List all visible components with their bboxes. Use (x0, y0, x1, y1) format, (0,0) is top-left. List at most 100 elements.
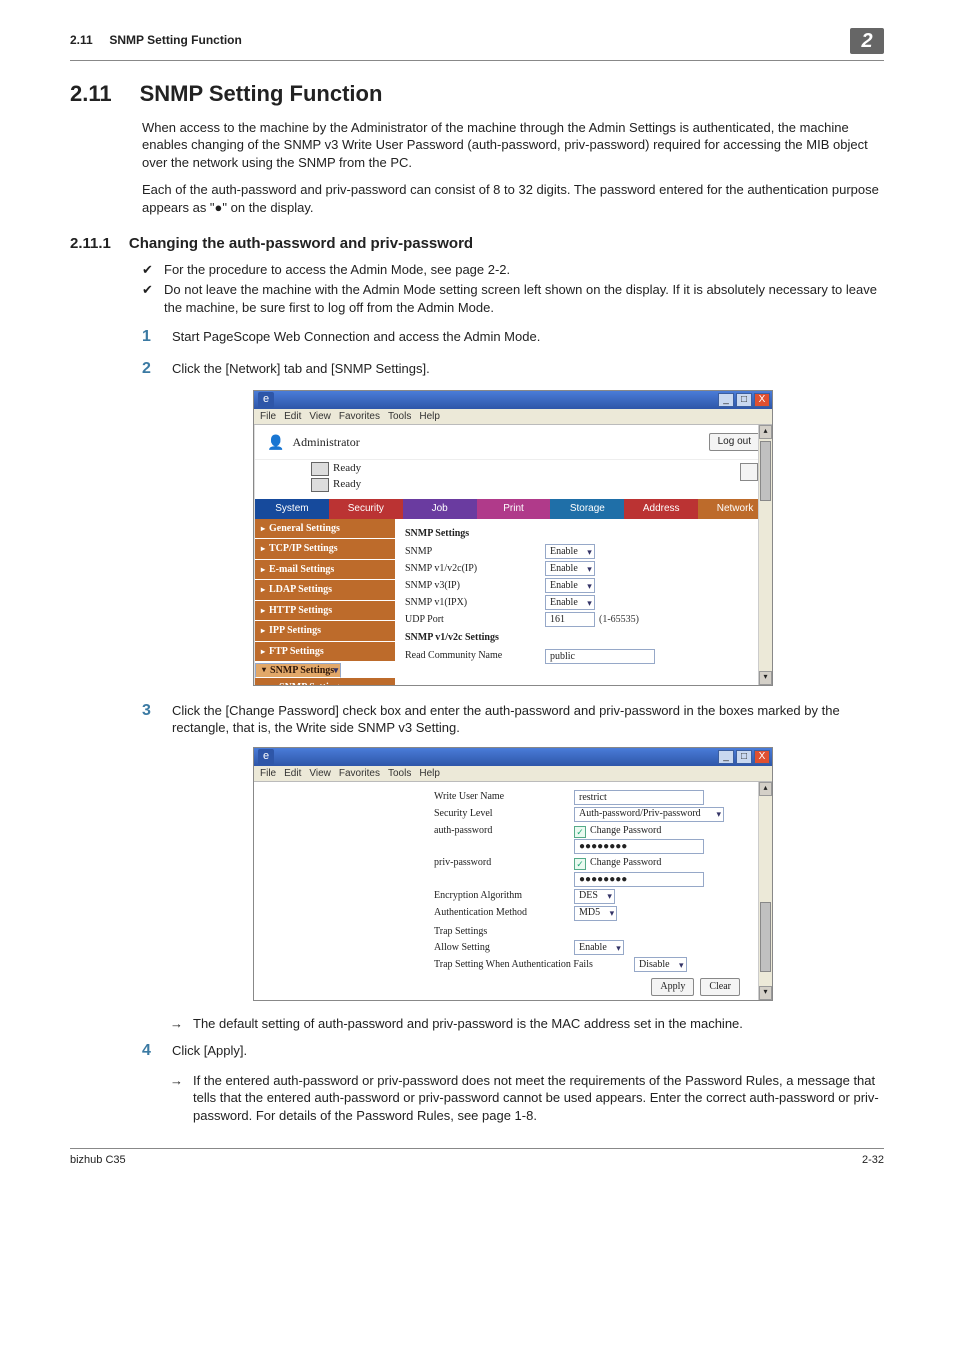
auth-method-select[interactable]: MD5 (574, 906, 617, 921)
tab-security[interactable]: Security (329, 499, 403, 519)
screenshot-1: e _ □ X File Edit View Favorites Tools H… (253, 390, 773, 686)
menu-view[interactable]: View (309, 410, 331, 423)
label-allow-setting: Allow Setting (434, 941, 574, 955)
precondition-item: Do not leave the machine with the Admin … (142, 281, 884, 316)
udp-port-input[interactable]: 161 (545, 612, 595, 627)
refresh-icon[interactable] (740, 463, 758, 481)
scrollbar[interactable]: ▴ ▾ (758, 425, 772, 685)
priv-password-input[interactable]: ●●●●●●●● (574, 872, 704, 887)
menu-help[interactable]: Help (419, 410, 440, 423)
sidebar-item-general[interactable]: ▸General Settings (255, 519, 395, 540)
window-titlebar: e _ □ X (254, 391, 772, 409)
sec-level-select[interactable]: Auth-password/Priv-password (574, 807, 724, 822)
minimize-button[interactable]: _ (718, 750, 734, 764)
sidebar-item-email[interactable]: ▸E-mail Settings (255, 560, 395, 581)
tab-print[interactable]: Print (477, 499, 551, 519)
v1ipx-select[interactable]: Enable (545, 595, 595, 610)
note-text: If the entered auth-password or priv-pas… (193, 1072, 884, 1125)
intro-para-1: When access to the machine by the Admini… (142, 119, 884, 172)
precondition-item: For the procedure to access the Admin Mo… (142, 261, 884, 279)
label-auth-method: Authentication Method (434, 906, 574, 920)
label-write-user: Write User Name (434, 790, 574, 804)
v1v2cip-select[interactable]: Enable (545, 561, 595, 576)
intro-para-2: Each of the auth-password and priv-passw… (142, 181, 884, 216)
scroll-thumb[interactable] (760, 902, 771, 972)
menu-file[interactable]: File (260, 410, 276, 423)
menu-edit[interactable]: Edit (284, 410, 301, 423)
maximize-button[interactable]: □ (736, 393, 752, 407)
scroll-up-icon[interactable]: ▴ (759, 782, 772, 796)
rcn-input[interactable]: public (545, 649, 655, 664)
write-user-input[interactable]: restrict (574, 790, 704, 805)
sidebar-item-tcpip[interactable]: ▸TCP/IP Settings (255, 539, 395, 560)
snmp-select[interactable]: Enable (545, 544, 595, 559)
auth-change-checkbox[interactable]: ✓ (574, 826, 586, 838)
enc-alg-select[interactable]: DES (574, 889, 615, 904)
change-password-label: Change Password (590, 857, 661, 868)
step-text: Click the [Change Password] check box an… (172, 700, 884, 737)
minimize-button[interactable]: _ (718, 393, 734, 407)
label-sec-level: Security Level (434, 807, 574, 821)
menu-file[interactable]: File (260, 767, 276, 780)
scroll-up-icon[interactable]: ▴ (759, 425, 772, 439)
step-text: Click the [Network] tab and [SNMP Settin… (172, 358, 884, 378)
scroll-down-icon[interactable]: ▾ (759, 986, 772, 1000)
apply-button[interactable]: Apply (651, 978, 694, 996)
menu-help[interactable]: Help (419, 767, 440, 780)
menu-edit[interactable]: Edit (284, 767, 301, 780)
step-text: Start PageScope Web Connection and acces… (172, 326, 884, 346)
tab-address[interactable]: Address (624, 499, 698, 519)
scrollbar[interactable]: ▴ ▾ (758, 782, 772, 1000)
sidebar-item-ftp[interactable]: ▸FTP Settings (255, 642, 395, 663)
admin-label: Administrator (292, 434, 359, 450)
window-menubar: File Edit View Favorites Tools Help (254, 409, 772, 425)
label-v1v2cip: SNMP v1/v2c(IP) (405, 562, 545, 576)
content-panel: SNMP Settings SNMPEnable SNMP v1/v2c(IP)… (395, 519, 772, 685)
trap-auth-select[interactable]: Disable (634, 957, 687, 972)
scroll-thumb[interactable] (760, 441, 771, 501)
menu-tools[interactable]: Tools (388, 410, 411, 423)
step-2: 2 Click the [Network] tab and [SNMP Sett… (142, 358, 884, 380)
v3ip-select[interactable]: Enable (545, 578, 595, 593)
trap-settings-title: Trap Settings (434, 925, 762, 939)
subsection-heading: Changing the auth-password and priv-pass… (129, 234, 473, 254)
sidebar-item-ipp[interactable]: ▸IPP Settings (255, 621, 395, 642)
sidebar: ▸General Settings ▸TCP/IP Settings ▸E-ma… (255, 519, 395, 685)
clear-button[interactable]: Clear (700, 978, 740, 996)
label-trap-auth-fails: Trap Setting When Authentication Fails (434, 958, 634, 972)
page-footer: bizhub C35 2-32 (70, 1148, 884, 1168)
footer-page-num: 2-32 (862, 1153, 884, 1168)
label-snmp: SNMP (405, 545, 545, 559)
subsection-number: 2.11.1 (70, 234, 111, 254)
sidebar-item-http[interactable]: ▸HTTP Settings (255, 601, 395, 622)
logout-button[interactable]: Log out (709, 433, 760, 451)
sidebar-item-ldap[interactable]: ▸LDAP Settings (255, 580, 395, 601)
priv-change-checkbox[interactable]: ✓ (574, 858, 586, 870)
allow-setting-select[interactable]: Enable (574, 940, 624, 955)
menu-favorites[interactable]: Favorites (339, 767, 380, 780)
tab-job[interactable]: Job (403, 499, 477, 519)
step-number: 1 (142, 326, 156, 348)
screenshot-2: e _ □ X File Edit View Favorites Tools H… (253, 747, 773, 1001)
step-number: 3 (142, 700, 156, 722)
menu-view[interactable]: View (309, 767, 331, 780)
subsection-title: 2.11.1 Changing the auth-password and pr… (70, 234, 884, 254)
arrow-icon: → (170, 1015, 183, 1033)
sidebar-item-snmp[interactable]: ▾SNMP Settings (255, 663, 341, 678)
menu-tools[interactable]: Tools (388, 767, 411, 780)
maximize-button[interactable]: □ (736, 750, 752, 764)
scroll-down-icon[interactable]: ▾ (759, 671, 772, 685)
step-number: 4 (142, 1040, 156, 1062)
close-button[interactable]: X (754, 393, 770, 407)
header-section-title: SNMP Setting Function (109, 33, 241, 47)
close-button[interactable]: X (754, 750, 770, 764)
tab-storage[interactable]: Storage (550, 499, 624, 519)
menu-favorites[interactable]: Favorites (339, 410, 380, 423)
auth-password-input[interactable]: ●●●●●●●● (574, 839, 704, 854)
admin-icon: 👤 (267, 433, 284, 452)
label-priv-password: priv-password (434, 856, 574, 870)
running-header: 2.11 SNMP Setting Function (70, 32, 242, 48)
sidebar-item-snmp-sub[interactable]: ▸SNMP Settings (255, 678, 395, 685)
step-number: 2 (142, 358, 156, 380)
tab-system[interactable]: System (255, 499, 329, 519)
